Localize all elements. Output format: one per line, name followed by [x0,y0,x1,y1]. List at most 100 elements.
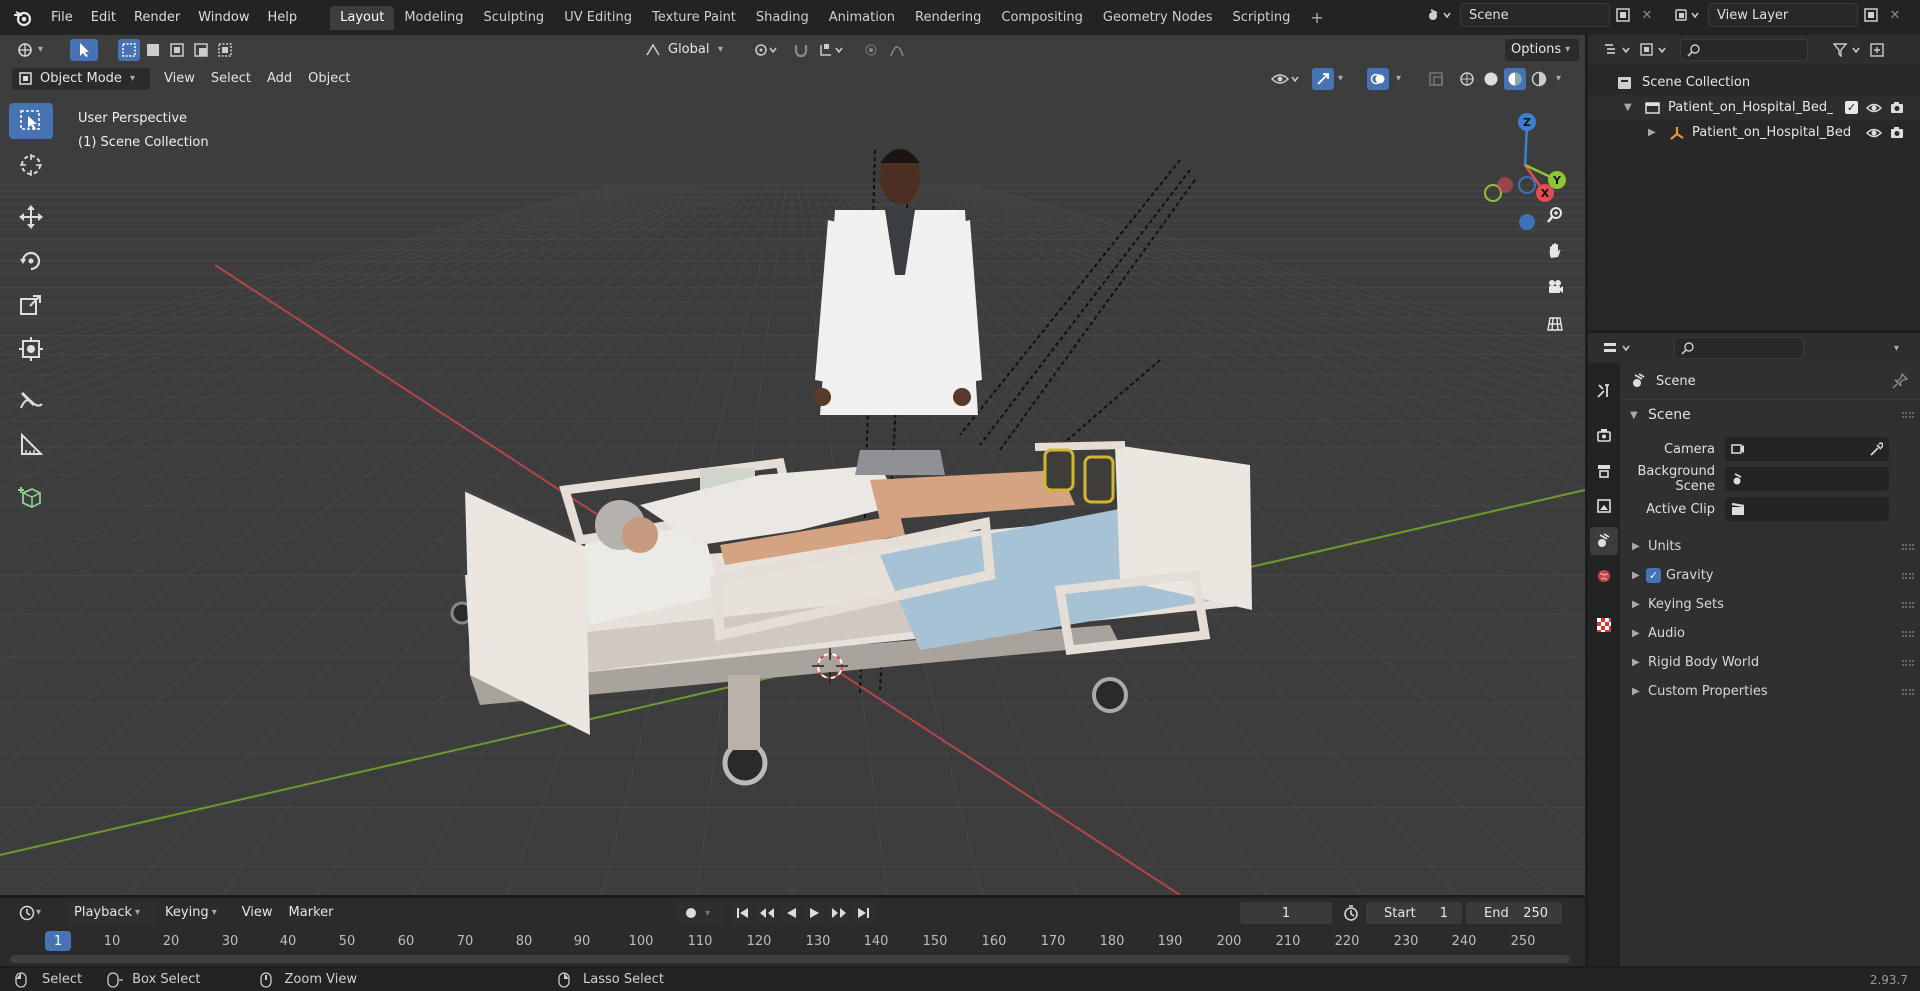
menu-file[interactable]: File [42,7,82,29]
tab-geometry-nodes[interactable]: Geometry Nodes [1093,6,1223,30]
timeline-menu-marker[interactable]: Marker [281,902,342,924]
tab-view-layer-icon[interactable] [1590,492,1618,520]
overlays-dropdown-icon[interactable]: ▾ [1392,68,1414,90]
jump-end-icon[interactable] [852,902,874,924]
timeline-editor-type-button[interactable]: ▾ [10,902,58,924]
expand-chevron-icon[interactable]: ▶ [1648,127,1662,138]
preview-range-icon[interactable] [1340,902,1362,924]
tool-select-box[interactable] [9,103,53,139]
current-frame-field[interactable]: 1 [1240,902,1332,924]
camera-field[interactable] [1725,437,1889,461]
scene-panel-header[interactable]: ▼ Scene [1620,400,1920,430]
select-extend-icon[interactable] [142,39,164,61]
tab-compositing[interactable]: Compositing [991,6,1093,30]
view-layer-browse-icon[interactable] [1670,4,1706,26]
outliner-editor-type-icon[interactable] [1600,39,1636,61]
tab-modeling[interactable]: Modeling [394,6,473,30]
tab-render-icon[interactable] [1590,422,1618,450]
tab-layout[interactable]: Layout [330,6,395,30]
drag-handle-icon[interactable] [1902,688,1914,695]
camera-view-icon[interactable] [1540,272,1570,302]
scene-browse-icon[interactable] [1422,4,1458,26]
custom-properties-panel-header[interactable]: ▶ Custom Properties [1620,677,1920,706]
outliner-row-collection[interactable]: ▼ Patient_on_Hospital_Bed_Anc ✓ [1588,95,1920,120]
start-frame-field[interactable]: Start 1 [1366,902,1462,924]
display-mode-icon[interactable] [1636,39,1672,61]
tool-transform[interactable] [9,331,53,367]
gravity-panel-header[interactable]: ▶ ✓ Gravity [1620,561,1920,590]
3d-viewport[interactable]: ▾ Global ▾ Options ▾ Object Mode ▾ View … [0,35,1585,895]
tab-scene-icon[interactable] [1590,527,1618,555]
timeline-menu-view[interactable]: View [234,902,281,924]
scene-name-field[interactable]: Scene [1460,3,1610,27]
drag-handle-icon[interactable] [1902,543,1914,550]
drag-handle-icon[interactable] [1902,412,1914,418]
gizmo-dropdown-icon[interactable]: ▾ [1334,68,1356,90]
eye-icon[interactable] [1866,126,1882,140]
pin-icon[interactable] [1892,373,1908,389]
active-clip-field[interactable] [1725,497,1889,521]
tab-rendering[interactable]: Rendering [905,6,991,30]
play-reverse-icon[interactable] [780,902,802,924]
pivot-point-icon[interactable] [748,39,784,61]
viewport-menu-view[interactable]: View [156,68,203,90]
tool-annotate[interactable] [9,383,53,419]
snap-target-icon[interactable] [814,39,850,61]
drag-handle-icon[interactable] [1902,630,1914,637]
select-invert-icon[interactable] [190,39,212,61]
tab-texture-paint[interactable]: Texture Paint [642,6,746,30]
menu-window[interactable]: Window [189,7,258,29]
editor-type-button[interactable]: ▾ [8,39,60,61]
shading-dropdown-icon[interactable]: ▾ [1552,68,1574,90]
auto-keying-button[interactable]: ▾ [678,902,724,924]
timeline-ruler[interactable]: 1 10 20 30 40 50 60 70 80 90 100 110 120… [0,931,1585,953]
select-intersect-icon[interactable] [214,39,236,61]
gizmo-toggle-icon[interactable] [1312,67,1334,90]
tab-uv-editing[interactable]: UV Editing [554,6,642,30]
keying-sets-panel-header[interactable]: ▶ Keying Sets [1620,590,1920,619]
collapse-chevron-icon[interactable]: ▼ [1624,102,1638,113]
delete-view-layer-icon[interactable]: ✕ [1884,4,1906,26]
drag-handle-icon[interactable] [1902,601,1914,608]
eyedropper-icon[interactable] [1869,442,1883,456]
wireframe-shading-icon[interactable] [1456,68,1478,90]
drag-handle-icon[interactable] [1902,659,1914,666]
snap-icon[interactable] [790,39,812,61]
material-shading-icon[interactable] [1504,67,1526,90]
solid-shading-icon[interactable] [1480,68,1502,90]
timeline-menu-keying[interactable]: Keying ▾ [157,902,234,924]
menu-edit[interactable]: Edit [82,7,125,29]
tool-scale[interactable] [9,287,53,323]
background-scene-field[interactable] [1725,467,1889,491]
options-dropdown[interactable]: Options ▾ [1505,38,1579,61]
tab-animation[interactable]: Animation [819,6,905,30]
tab-shading[interactable]: Shading [746,6,819,30]
tab-output-icon[interactable] [1590,457,1618,485]
tool-move[interactable] [9,199,53,235]
end-frame-field[interactable]: End 250 [1466,902,1562,924]
zoom-icon[interactable] [1540,200,1570,230]
audio-panel-header[interactable]: ▶ Audio [1620,619,1920,648]
menu-help[interactable]: Help [259,7,307,29]
prev-keyframe-icon[interactable] [756,902,778,924]
viewport-menu-object[interactable]: Object [300,68,358,90]
new-collection-icon[interactable] [1866,39,1888,61]
proportional-edit-icon[interactable] [860,39,882,61]
viewport-menu-add[interactable]: Add [259,68,300,90]
blender-logo-icon[interactable] [10,7,36,29]
tab-world-icon[interactable] [1590,562,1618,590]
tab-texture-icon[interactable] [1590,611,1618,639]
outliner-row-object[interactable]: ▶ Patient_on_Hospital_Bed [1588,120,1920,145]
view-layer-field[interactable]: View Layer [1708,3,1858,27]
play-icon[interactable] [804,902,826,924]
rigid-body-world-panel-header[interactable]: ▶ Rigid Body World [1620,648,1920,677]
next-keyframe-icon[interactable] [828,902,850,924]
filter-icon[interactable] [1830,39,1866,61]
tab-sculpting[interactable]: Sculpting [473,6,554,30]
select-new-icon[interactable] [118,38,140,61]
timeline-menu-playback[interactable]: Playback ▾ [66,902,158,924]
properties-options-icon[interactable]: ▾ [1890,337,1912,359]
eye-icon[interactable] [1866,101,1882,115]
transform-orientation-dropdown[interactable]: Global ▾ [638,39,738,61]
tool-add-cube[interactable] [9,479,53,515]
